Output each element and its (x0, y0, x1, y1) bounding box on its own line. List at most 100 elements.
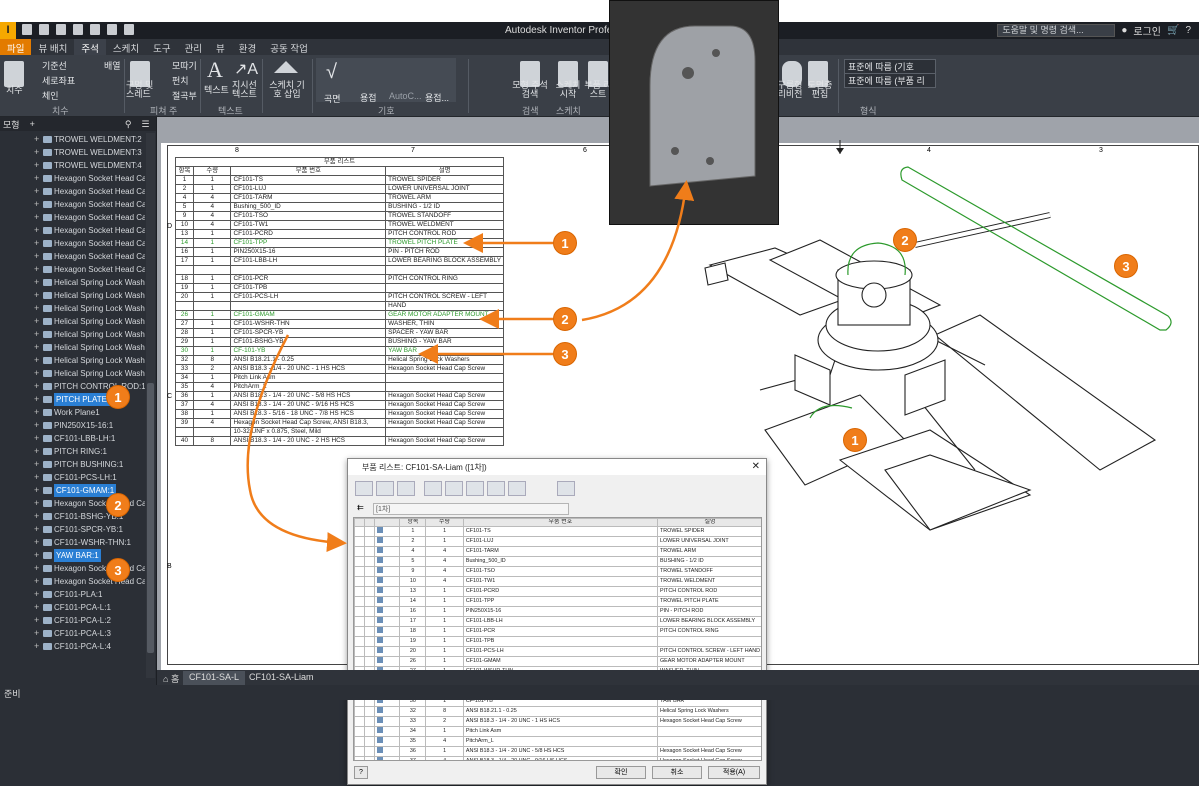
parts-list-row[interactable]: 10-32 UNF x 0.875, Steel, Mild (175, 426, 504, 437)
parts-list-row[interactable]: 37 4 ANSI B18.3 - 1/4 - 20 UNC - 9/16 HS H… (175, 399, 504, 410)
visibility-cell[interactable] (363, 536, 375, 548)
sort-icon[interactable] (424, 481, 442, 496)
parts-list-button[interactable]: 부품 리스트 (584, 81, 612, 99)
save-icon[interactable] (56, 24, 66, 35)
override-cell[interactable] (354, 616, 365, 628)
parts-list-row[interactable]: 30 1 CF-101-YB YAW BAR (175, 345, 504, 356)
group-settings-icon[interactable] (445, 481, 463, 496)
parts-list-row[interactable]: 16 1 PIN250X15-16 PIN - PITCH ROD (175, 247, 504, 257)
parts-list-row[interactable]: 38 1 ANSI B18.3 - 5/16 - 18 UNC - 7/8 HS H… (175, 408, 504, 419)
dialog-grid-row[interactable]: 4 4 CF101-TARM TROWEL ARM (354, 546, 761, 558)
help-icon[interactable]: ? (1185, 25, 1191, 36)
browser-scrollbar[interactable] (146, 133, 155, 678)
tab-sketch[interactable]: 스케치 (106, 39, 146, 55)
browser-node[interactable]: + Helical Spring Lock Washers (0, 302, 145, 315)
expand-icon[interactable]: + (34, 198, 39, 211)
browser-node[interactable]: + Hexagon Socket Head Cap S (0, 250, 145, 263)
inventor-logo[interactable]: I (0, 22, 16, 39)
visibility-cell[interactable] (363, 726, 375, 738)
tab-manage[interactable]: 관리 (178, 39, 209, 55)
override-cell[interactable] (354, 736, 365, 748)
expand-icon[interactable]: + (34, 471, 39, 484)
expand-icon[interactable]: + (34, 237, 39, 250)
parts-list-row[interactable]: 34 1 Pitch Link Asm (175, 372, 504, 383)
browser-node[interactable]: + PITCH RING:1 (0, 445, 145, 458)
dialog-grid-row[interactable]: 20 1 CF101-PCS-LH PITCH CONTROL SCREW - LEF… (354, 646, 761, 658)
expand-icon[interactable]: + (34, 549, 39, 562)
tab-cf101-sa-l[interactable]: CF101-SA-L (183, 671, 246, 685)
override-cell[interactable] (354, 546, 365, 558)
ok-button[interactable]: 확인 (596, 766, 646, 779)
member-select-icon[interactable] (355, 481, 373, 496)
filter-settings-icon[interactable] (466, 481, 484, 496)
parts-list-row[interactable]: 13 1 CF101-PCRD PITCH CONTROL ROD (175, 229, 504, 239)
close-icon[interactable]: ✕ (752, 461, 760, 472)
quick-access-toolbar[interactable] (22, 24, 134, 35)
return-icon[interactable] (124, 24, 134, 35)
browser-node[interactable]: + PITCH BUSHING:1 (0, 458, 145, 471)
override-cell[interactable] (354, 626, 365, 638)
help-button[interactable]: ? (354, 766, 368, 779)
tab-environments[interactable]: 환경 (232, 39, 263, 55)
dialog-grid-row[interactable]: 5 4 Bushing_500_ID BUSHING - 1/2 ID (354, 556, 761, 568)
surface-texture-icon[interactable]: √ (326, 61, 337, 84)
browser-node[interactable]: + Helical Spring Lock Washers (0, 354, 145, 367)
welding-button[interactable]: 용접... (425, 91, 449, 104)
visibility-cell[interactable] (363, 626, 375, 638)
tab-tools[interactable]: 도구 (146, 39, 177, 55)
autocad-symbol-button[interactable]: AutoC... (389, 91, 422, 101)
expand-icon[interactable]: + (34, 510, 39, 523)
browser-node[interactable]: + CF101-SPCR-YB:1 (0, 523, 145, 536)
browser-node[interactable]: + Hexagon Socket Head Cap S (0, 211, 145, 224)
undo-icon[interactable] (73, 24, 83, 35)
expand-icon[interactable]: + (34, 614, 39, 627)
dialog-grid-row[interactable]: 13 1 CF101-PCRD PITCH CONTROL ROD (354, 586, 761, 598)
expand-icon[interactable]: + (34, 419, 39, 432)
cancel-button[interactable]: 취소 (652, 766, 702, 779)
text-icon[interactable]: A (207, 57, 223, 83)
parts-list-row[interactable]: 14 1 CF101-TPP TROWEL PITCH PLATE (175, 238, 504, 248)
parts-list-row[interactable]: 26 1 CF101-GMAM GEAR MOTOR ADAPTER MOUNT (175, 309, 504, 320)
visibility-cell[interactable] (363, 596, 375, 608)
dialog-parts-grid[interactable]: 항목 수량 부품 번호 설명 1 1 CF101-TS TROWEL SPIDER 2 1… (353, 517, 762, 761)
expand-icon[interactable]: + (34, 276, 39, 289)
browser-node[interactable]: + TROWEL WELDMENT:4 (0, 159, 145, 172)
dialog-grid-row[interactable]: 17 1 CF101-LBB-LH LOWER BEARING BLOCK ASSEM… (354, 616, 761, 628)
parts-list-row[interactable]: 1 1 CF101-TS TROWEL SPIDER (175, 175, 504, 185)
visibility-cell[interactable] (363, 646, 375, 658)
expand-icon[interactable]: + (34, 367, 39, 380)
dialog-grid-row[interactable]: 35 4 PitchArm_L (354, 736, 761, 748)
sketch-symbol-icon[interactable] (274, 61, 298, 73)
export-icon[interactable] (376, 481, 394, 496)
override-cell[interactable] (354, 586, 365, 598)
parts-list-row[interactable]: 40 8 ANSI B18.3 - 1/4 - 20 UNC - 2 HS HCS H… (175, 435, 504, 446)
browser-node[interactable]: + Hexagon Socket Head Cap S (0, 198, 145, 211)
dialog-grid-row[interactable]: 33 2 ANSI B18.3 - 1/4 - 20 UNC - 1 HS HCS H… (354, 716, 761, 728)
visibility-cell[interactable] (363, 556, 375, 568)
weld-symbol-button[interactable]: 용접 (360, 91, 377, 104)
expand-icon[interactable]: + (34, 146, 39, 159)
punch-button[interactable]: 펀치 (172, 74, 189, 87)
leader-text-button[interactable]: 지시선 텍스트 (232, 81, 258, 99)
expand-icon[interactable]: + (34, 289, 39, 302)
browser-node[interactable]: + PIN250X15-16:1 (0, 419, 145, 432)
override-cell[interactable] (354, 636, 365, 648)
expand-icon[interactable]: + (34, 159, 39, 172)
dialog-grid-row[interactable]: 10 4 CF101-TW1 TROWEL WELDMENT (354, 576, 761, 588)
parts-list-row[interactable]: 27 1 CF101-WSHR-THN WASHER, THIN (175, 318, 504, 329)
expand-icon[interactable]: + (34, 484, 39, 497)
browser-node[interactable]: + Helical Spring Lock Washers (0, 315, 145, 328)
expand-icon[interactable]: + (34, 640, 39, 653)
override-cell[interactable] (354, 606, 365, 618)
dialog-grid-row[interactable]: 2 1 CF101-LUJ LOWER UNIVERSAL JOINT (354, 536, 761, 548)
visibility-cell[interactable] (363, 706, 375, 718)
baseline-button[interactable]: 기준선 (42, 59, 67, 72)
parts-list-row[interactable]: 19 1 CF101-TPB (175, 282, 504, 293)
expand-icon[interactable]: + (34, 627, 39, 640)
dialog-grid-row[interactable]: 14 1 CF101-TPP TROWEL PITCH PLATE (354, 596, 761, 608)
insert-sketch-symbol-button[interactable]: 스케치 기호 삽입 (266, 81, 308, 99)
open-icon[interactable] (39, 24, 49, 35)
visibility-cell[interactable] (363, 636, 375, 648)
expand-icon[interactable]: + (34, 328, 39, 341)
browser-node[interactable]: + CF101-PCA-L:4 (0, 640, 145, 653)
